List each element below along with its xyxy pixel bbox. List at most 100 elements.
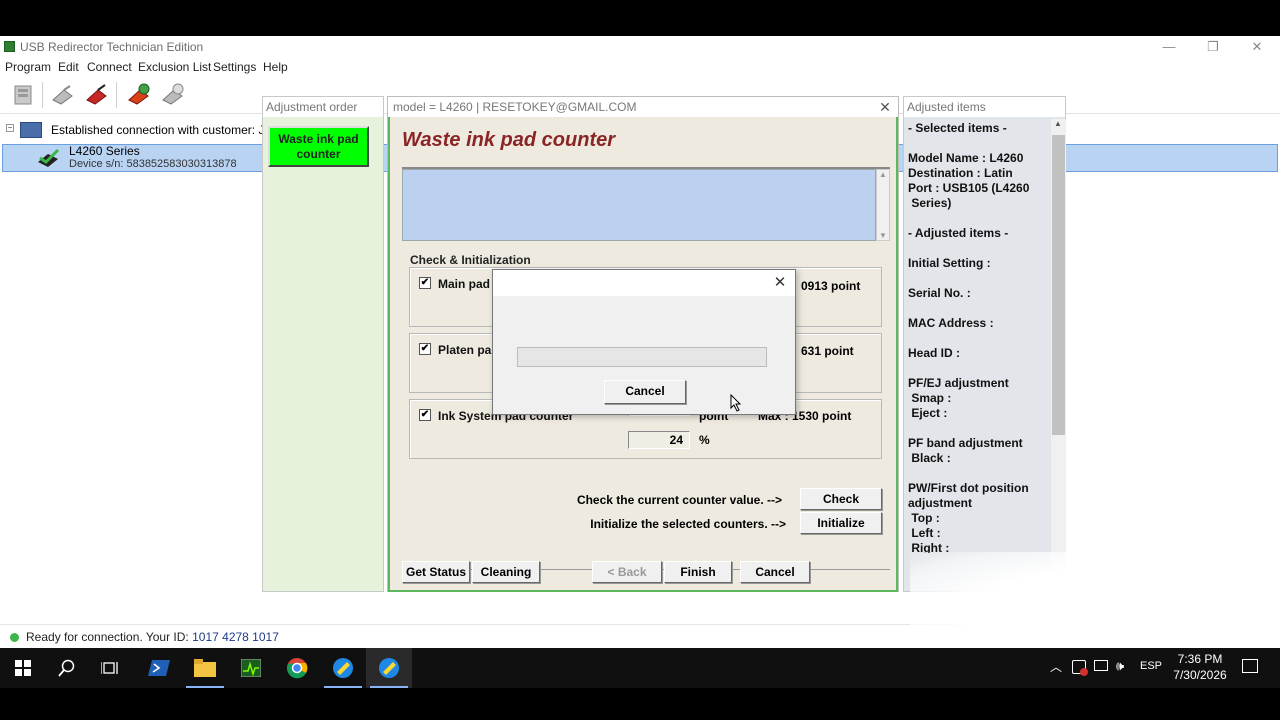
waste-ink-pad-counter-button[interactable]: Waste ink pad counter <box>268 126 369 167</box>
chevron-up-icon[interactable]: ︿ <box>1050 658 1062 675</box>
modal-close-icon[interactable]: ✕ <box>769 273 791 293</box>
menu-help[interactable]: Help <box>263 60 288 74</box>
task-manager-icon[interactable] <box>228 648 274 688</box>
chrome-icon[interactable] <box>274 648 320 688</box>
language-indicator[interactable]: ESP <box>1140 660 1162 672</box>
ink-system-checkbox[interactable]: ✔ <box>419 409 431 421</box>
menu-settings[interactable]: Settings <box>213 60 256 74</box>
powershell-icon[interactable] <box>136 648 182 688</box>
app-icon <box>4 41 15 52</box>
finish-button[interactable]: Finish <box>664 561 732 583</box>
connect-device-icon[interactable] <box>48 80 78 110</box>
cleaning-button[interactable]: Cleaning <box>472 561 540 583</box>
main-pad-max: 0913 point <box>801 279 861 293</box>
collapse-icon[interactable]: − <box>6 124 14 132</box>
adjusted-item-line: Port : USB105 (L4260 <box>908 181 1030 195</box>
menu-bar: Program Edit Connect Exclusion List Sett… <box>0 58 1280 76</box>
share-device-icon[interactable] <box>124 80 154 110</box>
tree-device-name[interactable]: L4260 Series <box>69 144 140 158</box>
unshare-device-icon[interactable] <box>158 80 188 110</box>
adjusted-item-line: Destination : Latin <box>908 166 1013 180</box>
adjusted-item-line <box>908 361 1048 376</box>
menu-exclusion-list[interactable]: Exclusion List <box>138 60 211 74</box>
adjusted-item-line: Series) <box>908 196 952 210</box>
menu-connect[interactable]: Connect <box>87 60 132 74</box>
device-tree: − Established connection with customer: … <box>0 118 1278 178</box>
notifications-icon[interactable] <box>1242 659 1258 673</box>
clock-date: 7/30/2026 <box>1173 668 1227 682</box>
clock[interactable]: 7:36 PM 7/30/2026 <box>1164 651 1236 683</box>
minimize-button[interactable]: — <box>1146 36 1192 58</box>
system-tray: ︿ 🕪 ESP 7:36 PM 7/30/2026 <box>1044 648 1280 688</box>
check-button[interactable]: Check <box>800 488 882 510</box>
restore-button[interactable]: ❐ <box>1190 36 1236 58</box>
adjustment-order-title: Adjustment order <box>263 97 383 117</box>
ink-system-percent-unit: % <box>699 433 710 447</box>
adjusted-item-line: Black : <box>908 451 951 465</box>
get-status-button[interactable]: Get Status <box>402 561 470 583</box>
file-explorer-icon[interactable] <box>182 648 228 688</box>
usb-redirector-technician-icon[interactable] <box>366 648 412 688</box>
task-view-icon[interactable] <box>88 648 134 688</box>
initialize-button[interactable]: Initialize <box>800 512 882 534</box>
adjusted-item-line: Smap : <box>908 391 952 405</box>
cancel-button[interactable]: Cancel <box>740 561 810 583</box>
dialog-close-icon[interactable]: ✕ <box>872 97 898 117</box>
check-label: Check the current counter value. --> <box>576 493 782 507</box>
adjusted-items-scrollbar[interactable]: ▲ <box>1051 119 1066 591</box>
taskbar: ︿ 🕪 ESP 7:36 PM 7/30/2026 <box>0 648 1280 688</box>
volume-icon[interactable]: 🕪 <box>1116 658 1124 674</box>
scroll-up-icon[interactable]: ▲ <box>879 170 887 179</box>
info-textbox[interactable] <box>402 169 876 241</box>
adjusted-item-line: - Selected items - <box>908 121 1007 135</box>
adjusted-item-line: Head ID : <box>908 346 961 360</box>
adjusted-items-panel: Adjusted items - Selected items - Model … <box>903 96 1066 592</box>
modal-cancel-button[interactable]: Cancel <box>604 380 686 404</box>
clock-time: 7:36 PM <box>1177 652 1223 666</box>
adjusted-item-line <box>908 421 1048 436</box>
tree-device-serial: Device s/n: 583852583030313878 <box>69 158 237 170</box>
window-title: USB Redirector Technician Edition <box>20 40 204 54</box>
search-icon[interactable] <box>44 648 90 688</box>
scrollbar-thumb[interactable] <box>1052 135 1065 435</box>
security-icon[interactable] <box>1072 660 1088 676</box>
status-user-id: 1017 4278 1017 <box>192 630 279 644</box>
usb-redirector-icon[interactable] <box>320 648 366 688</box>
adjusted-item-line: - Adjusted items - <box>908 226 1009 240</box>
adjusted-item-line <box>908 136 1048 151</box>
group-label: Check & Initialization <box>410 253 531 267</box>
adjusted-item-line: PW/First dot position <box>908 481 1029 495</box>
adjusted-items-title: Adjusted items <box>904 97 1065 117</box>
close-button[interactable]: ✕ <box>1234 36 1280 58</box>
menu-edit[interactable]: Edit <box>58 60 79 74</box>
computer-icon <box>20 122 42 138</box>
status-indicator-icon <box>10 633 19 642</box>
printer-device-icon <box>36 148 62 168</box>
adjusted-item-line: MAC Address : <box>908 316 994 330</box>
adjusted-item-line <box>908 331 1048 346</box>
adjusted-items-list: - Selected items - Model Name : L4260 Des… <box>908 121 1048 553</box>
adjusted-item-line: Left : <box>908 526 941 540</box>
add-server-icon[interactable] <box>8 80 38 110</box>
adjustment-order-panel: Adjustment order Waste ink pad counter <box>262 96 384 592</box>
main-pad-checkbox[interactable]: ✔ <box>419 277 431 289</box>
dialog-title: model = L4260 | RESETOKEY@GMAIL.COM <box>388 97 898 117</box>
platen-pad-checkbox[interactable]: ✔ <box>419 343 431 355</box>
adjusted-item-line <box>908 466 1048 481</box>
initialize-label: Initialize the selected counters. --> <box>590 517 786 531</box>
start-button[interactable] <box>0 648 46 688</box>
modal-progress-bar <box>517 347 767 367</box>
title-bar: USB Redirector Technician Edition — ❐ ✕ <box>0 36 1280 58</box>
network-icon[interactable] <box>1094 660 1108 671</box>
menu-program[interactable]: Program <box>5 60 51 74</box>
tree-connection-item[interactable]: Established connection with customer: JU… <box>51 123 283 137</box>
info-scrollbar[interactable]: ▲ ▼ <box>876 169 890 241</box>
adjusted-item-line: PF/EJ adjustment <box>908 376 1009 390</box>
scroll-up-icon[interactable]: ▲ <box>1054 119 1062 128</box>
scroll-down-icon[interactable]: ▼ <box>879 231 887 240</box>
platen-pad-label: Platen pa <box>438 343 492 357</box>
disconnect-device-icon[interactable] <box>82 80 112 110</box>
back-button[interactable]: < Back <box>592 561 662 583</box>
dialog-heading: Waste ink pad counter <box>402 129 616 151</box>
platen-pad-max: 631 point <box>801 344 854 358</box>
